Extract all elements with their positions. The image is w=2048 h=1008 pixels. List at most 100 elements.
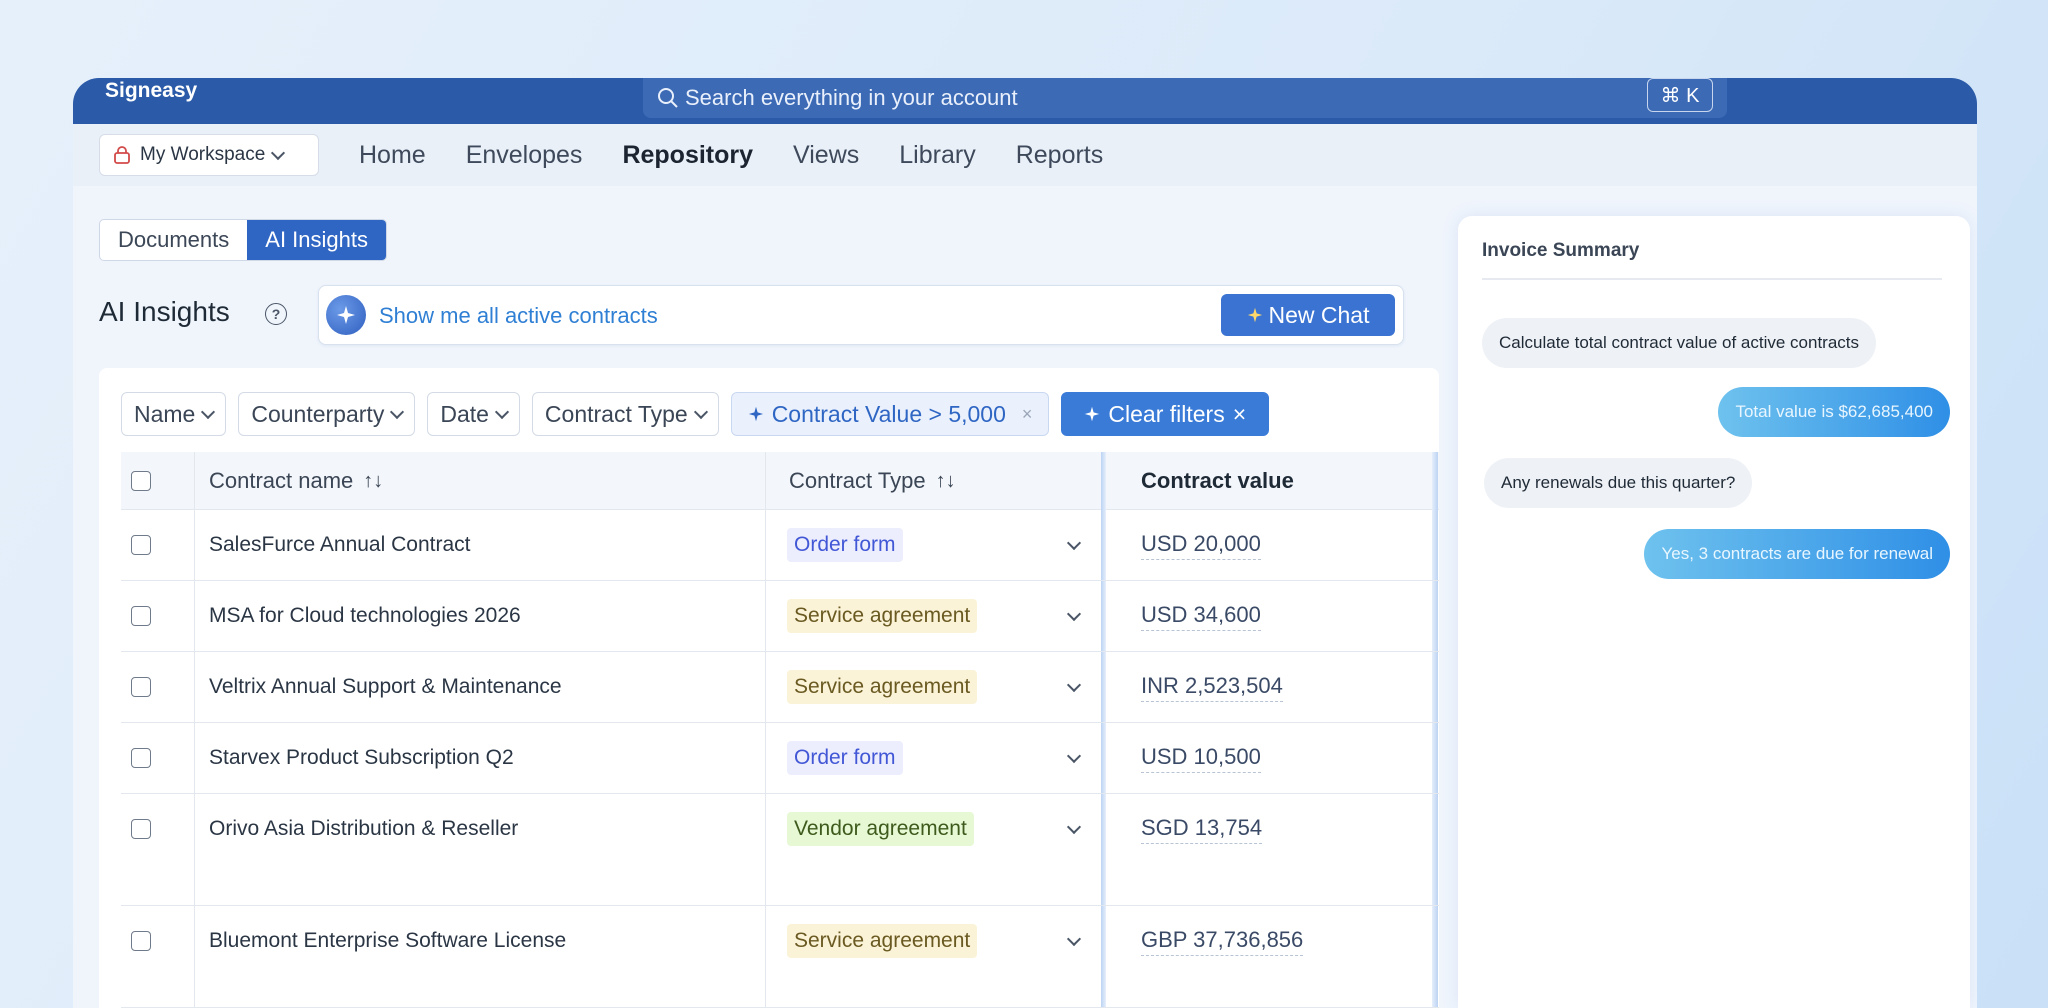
- contract-value[interactable]: USD 10,500: [1141, 744, 1261, 773]
- contract-name[interactable]: Veltrix Annual Support & Maintenance: [209, 652, 562, 722]
- contract-type-tag: Order form: [787, 741, 903, 775]
- nav-envelopes[interactable]: Envelopes: [466, 141, 583, 170]
- chevron-down-icon: [494, 404, 509, 420]
- nav-library[interactable]: Library: [899, 141, 975, 170]
- lock-icon: [114, 146, 130, 164]
- workspace-label: My Workspace: [140, 144, 266, 165]
- table-row[interactable]: SalesFurce Annual Contract Order form USD …: [121, 510, 1439, 581]
- filter-date[interactable]: Date: [427, 392, 520, 436]
- chevron-down-icon: [390, 404, 405, 420]
- help-icon[interactable]: ?: [265, 303, 287, 325]
- row-checkbox[interactable]: [131, 748, 151, 768]
- ai-sparkle-icon: [326, 295, 366, 335]
- tab-ai-insights[interactable]: AI Insights: [247, 220, 386, 260]
- chevron-down-icon[interactable]: [1066, 535, 1082, 551]
- filter-counterparty-label: Counterparty: [251, 400, 385, 427]
- brand-logo[interactable]: Signeasy: [105, 78, 197, 104]
- header-contract-type-label: Contract Type: [789, 468, 926, 493]
- contract-value[interactable]: USD 34,600: [1141, 602, 1261, 631]
- contract-name[interactable]: MSA for Cloud technologies 2026: [209, 581, 521, 651]
- row-checkbox[interactable]: [131, 535, 151, 555]
- select-all-checkbox[interactable]: [131, 471, 151, 491]
- table-row[interactable]: Orivo Asia Distribution & Reseller Vendor…: [121, 794, 1439, 906]
- ai-prompt-bar[interactable]: Show me all active contracts New Chat: [318, 285, 1404, 345]
- row-checkbox[interactable]: [131, 606, 151, 626]
- row-checkbox[interactable]: [131, 931, 151, 951]
- new-chat-label: New Chat: [1268, 301, 1370, 328]
- chat-message-user: Any renewals due this quarter?: [1484, 458, 1753, 508]
- table-row[interactable]: Bluemont Enterprise Software License Serv…: [121, 906, 1439, 1008]
- table-header: Contract name ↑↓ Contract Type ↑↓ Contract…: [121, 452, 1439, 510]
- divider: [1482, 278, 1942, 280]
- contract-type-cell[interactable]: Service agreement: [787, 581, 1097, 651]
- contract-type-cell[interactable]: Vendor agreement: [787, 794, 1097, 864]
- table-row[interactable]: Veltrix Annual Support & Maintenance Serv…: [121, 652, 1439, 723]
- page-title: AI Insights: [99, 296, 230, 327]
- ai-filter-label: Contract Value > 5,000: [771, 400, 1006, 427]
- chevron-down-icon[interactable]: [1066, 819, 1082, 835]
- contract-name[interactable]: SalesFurce Annual Contract: [209, 510, 470, 580]
- table-row[interactable]: MSA for Cloud technologies 2026 Service a…: [121, 581, 1439, 652]
- contract-value[interactable]: INR 2,523,504: [1141, 673, 1283, 702]
- filter-contract-type[interactable]: Contract Type: [531, 392, 719, 436]
- contract-name[interactable]: Starvex Product Subscription Q2: [209, 723, 514, 793]
- row-select-cell: [131, 906, 151, 976]
- sparkle-icon: [1085, 406, 1100, 422]
- contract-value[interactable]: USD 20,000: [1141, 531, 1261, 560]
- clear-filters-button[interactable]: Clear filters ×: [1061, 392, 1270, 436]
- contract-value[interactable]: SGD 13,754: [1141, 815, 1263, 844]
- row-select-cell: [131, 652, 151, 722]
- contract-type-cell[interactable]: Order form: [787, 510, 1097, 580]
- contract-name[interactable]: Orivo Asia Distribution & Reseller: [209, 794, 518, 864]
- contract-type-tag: Service agreement: [787, 924, 978, 958]
- nav-home[interactable]: Home: [359, 141, 426, 170]
- row-checkbox[interactable]: [131, 677, 151, 697]
- filter-name[interactable]: Name: [121, 392, 227, 436]
- row-select-cell: [131, 723, 151, 793]
- contract-type-cell[interactable]: Service agreement: [787, 906, 1097, 976]
- contract-type-cell[interactable]: Service agreement: [787, 652, 1097, 722]
- row-select-cell: [131, 510, 151, 580]
- contract-name[interactable]: Bluemont Enterprise Software License: [209, 906, 566, 976]
- chevron-down-icon: [271, 145, 286, 161]
- search-icon: [658, 88, 678, 108]
- chat-message-ai: Total value is $62,685,400: [1718, 387, 1950, 437]
- filter-name-label: Name: [134, 400, 196, 427]
- contract-value-cell: SGD 13,754: [1141, 794, 1263, 864]
- header-contract-name-label: Contract name: [209, 468, 354, 493]
- contract-type-cell[interactable]: Order form: [787, 723, 1097, 793]
- nav-reports[interactable]: Reports: [1016, 141, 1104, 170]
- nav-views[interactable]: Views: [793, 141, 859, 170]
- header-contract-type[interactable]: Contract Type ↑↓: [789, 452, 956, 510]
- chevron-down-icon[interactable]: [1066, 931, 1082, 947]
- contract-value[interactable]: GBP 37,736,856: [1141, 927, 1304, 956]
- contract-type-tag: Vendor agreement: [787, 812, 974, 846]
- contracts-table-card: Name Counterparty Date Contract Type Con…: [99, 368, 1439, 1008]
- nav-repository[interactable]: Repository: [622, 141, 753, 170]
- chat-message-ai: Yes, 3 contracts are due for renewal: [1644, 529, 1950, 579]
- chevron-down-icon[interactable]: [1066, 606, 1082, 622]
- tab-documents[interactable]: Documents: [100, 220, 247, 260]
- header-contract-value[interactable]: Contract value: [1141, 452, 1294, 510]
- chevron-down-icon[interactable]: [1066, 748, 1082, 764]
- contract-type-tag: Order form: [787, 528, 903, 562]
- table-row[interactable]: Starvex Product Subscription Q2 Order for…: [121, 723, 1439, 794]
- workspace-selector[interactable]: My Workspace: [99, 134, 319, 176]
- sparkle-icon: [1247, 307, 1262, 323]
- sort-icon[interactable]: ↑↓: [936, 470, 956, 493]
- contract-type-tag: Service agreement: [787, 599, 978, 633]
- sort-icon[interactable]: ↑↓: [363, 470, 383, 493]
- remove-filter-icon[interactable]: ×: [1022, 404, 1033, 425]
- filter-counterparty[interactable]: Counterparty: [238, 392, 416, 436]
- top-bar: Signeasy Search everything in your accou…: [73, 78, 1977, 124]
- new-chat-button[interactable]: New Chat: [1221, 294, 1395, 336]
- contract-type-tag: Service agreement: [787, 670, 978, 704]
- global-search[interactable]: Search everything in your account ⌘ K: [643, 78, 1727, 118]
- view-toggle: Documents AI Insights: [99, 219, 387, 261]
- close-icon: ×: [1232, 400, 1247, 427]
- ai-prompt-text[interactable]: Show me all active contracts: [379, 286, 658, 346]
- row-checkbox[interactable]: [131, 819, 151, 839]
- chevron-down-icon[interactable]: [1066, 677, 1082, 693]
- ai-filter-chip[interactable]: Contract Value > 5,000 ×: [730, 392, 1050, 436]
- header-contract-name[interactable]: Contract name ↑↓: [209, 452, 383, 510]
